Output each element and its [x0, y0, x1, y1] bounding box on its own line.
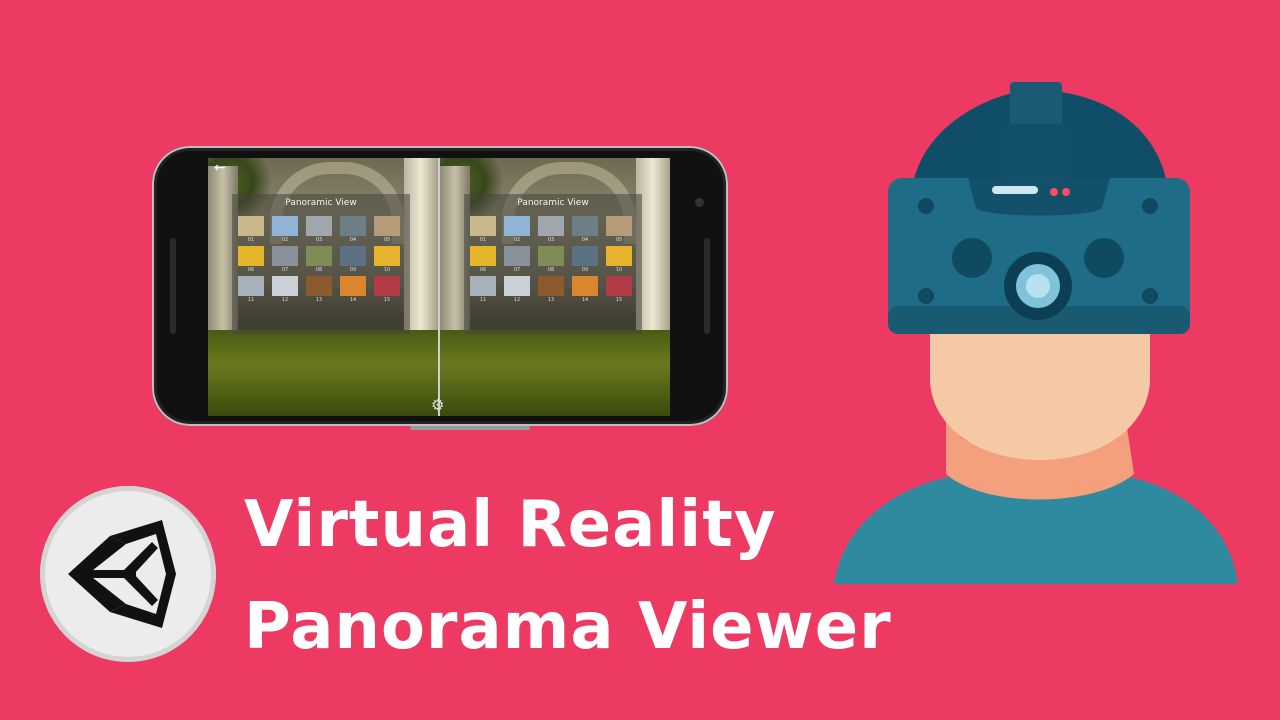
thumbnail-number: 06 — [479, 267, 487, 273]
panel-title: Panoramic View — [517, 198, 589, 208]
vr-phone: Panoramic View 01 02 03 04 05 06 07 08 09 10 11 12 1… — [152, 146, 728, 430]
thumbnail-number: 04 — [349, 237, 357, 243]
thumbnail-number: 02 — [281, 237, 289, 243]
right-eye-view: Panoramic View 01 02 03 04 05 06 07 08 09 10 11 12 1… — [440, 158, 670, 416]
vr-headset-person-illustration — [834, 78, 1244, 588]
sensor-right-icon — [1084, 238, 1124, 278]
unity-cube-icon — [68, 520, 176, 628]
phone-camera — [695, 198, 704, 207]
sensor-left-icon — [952, 238, 992, 278]
panorama-thumbnail[interactable]: 13 — [538, 276, 564, 303]
thumbnail-number: 01 — [247, 237, 255, 243]
panorama-menu-panel: Panoramic View 01 02 03 04 05 06 07 08 09 10 11 12 1… — [464, 194, 642, 334]
panorama-thumbnail[interactable]: 11 — [470, 276, 496, 303]
headset-light-bar — [992, 186, 1038, 194]
thumbnail-grid: 01 02 03 04 05 06 07 08 09 10 11 12 13 14 15 — [470, 216, 638, 303]
panorama-thumbnail[interactable]: 01 — [238, 216, 264, 243]
thumbnail-number: 06 — [247, 267, 255, 273]
thumbnail-number: 09 — [349, 267, 357, 273]
thumbnail-number: 15 — [383, 297, 391, 303]
panorama-thumbnail[interactable]: 08 — [538, 246, 564, 273]
panorama-thumbnail[interactable]: 15 — [374, 276, 400, 303]
strap-buckle — [1002, 124, 1070, 184]
thumbnail-number: 11 — [479, 297, 487, 303]
panorama-thumbnail[interactable]: 03 — [306, 216, 332, 243]
grass — [208, 330, 438, 416]
panorama-thumbnail[interactable]: 05 — [374, 216, 400, 243]
thumbnail-number: 04 — [581, 237, 589, 243]
thumbnail-number: 11 — [247, 297, 255, 303]
thumbnail-number: 03 — [547, 237, 555, 243]
panorama-thumbnail[interactable]: 04 — [572, 216, 598, 243]
thumbnail-number: 01 — [479, 237, 487, 243]
phone-screen: Panoramic View 01 02 03 04 05 06 07 08 09 10 11 12 1… — [208, 158, 670, 416]
bolt-icon — [1142, 198, 1158, 214]
camera-lens-inner — [1026, 274, 1050, 298]
unity-logo — [40, 486, 216, 662]
panorama-thumbnail[interactable]: 07 — [504, 246, 530, 273]
panorama-thumbnail[interactable]: 14 — [572, 276, 598, 303]
panorama-thumbnail[interactable]: 02 — [272, 216, 298, 243]
left-eye-view: Panoramic View 01 02 03 04 05 06 07 08 09 10 11 12 1… — [208, 158, 438, 416]
speaker-grill-left — [170, 238, 176, 334]
thumbnail-number: 15 — [615, 297, 623, 303]
bolt-icon — [1142, 288, 1158, 304]
panorama-thumbnail[interactable]: 07 — [272, 246, 298, 273]
thumbnail-number: 10 — [383, 267, 391, 273]
bolt-icon — [918, 198, 934, 214]
panorama-thumbnail[interactable]: 06 — [470, 246, 496, 273]
thumbnail-number: 10 — [615, 267, 623, 273]
panel-title: Panoramic View — [285, 198, 357, 208]
panorama-thumbnail[interactable]: 12 — [272, 276, 298, 303]
panorama-thumbnail[interactable]: 10 — [606, 246, 632, 273]
panorama-thumbnail[interactable]: 11 — [238, 276, 264, 303]
panorama-thumbnail[interactable]: 06 — [238, 246, 264, 273]
thumbnail-number: 14 — [581, 297, 589, 303]
thumbnail-number: 07 — [281, 267, 289, 273]
phone-side-button — [410, 426, 530, 430]
thumbnail-number: 02 — [513, 237, 521, 243]
thumbnail-number: 12 — [513, 297, 521, 303]
panorama-menu-panel: Panoramic View 01 02 03 04 05 06 07 08 09 10 11 12 1… — [232, 194, 410, 334]
thumbnail-number: 08 — [547, 267, 555, 273]
panorama-thumbnail[interactable]: 02 — [504, 216, 530, 243]
speaker-grill-right — [704, 238, 710, 334]
panorama-thumbnail[interactable]: 04 — [340, 216, 366, 243]
panorama-thumbnail[interactable]: 13 — [306, 276, 332, 303]
thumbnail-number: 05 — [383, 237, 391, 243]
panorama-thumbnail[interactable]: 10 — [374, 246, 400, 273]
thumbnail-number: 14 — [349, 297, 357, 303]
panorama-thumbnail[interactable]: 01 — [470, 216, 496, 243]
panorama-thumbnail[interactable]: 08 — [306, 246, 332, 273]
title-line-2: Panorama Viewer — [244, 590, 892, 664]
panorama-thumbnail[interactable]: 05 — [606, 216, 632, 243]
panorama-thumbnail[interactable]: 12 — [504, 276, 530, 303]
headset-band — [968, 178, 1110, 216]
thumbnail-number: 03 — [315, 237, 323, 243]
panorama-thumbnail[interactable]: 03 — [538, 216, 564, 243]
panorama-thumbnail[interactable]: 14 — [340, 276, 366, 303]
thumbnail-number: 12 — [281, 297, 289, 303]
back-arrow-icon[interactable]: ← — [214, 160, 226, 176]
thumbnail-number: 13 — [315, 297, 323, 303]
thumbnail-number: 08 — [315, 267, 323, 273]
title-line-1: Virtual Reality — [244, 488, 777, 562]
status-led-1 — [1050, 188, 1058, 196]
thumbnail-number: 05 — [615, 237, 623, 243]
thumbnail-number: 13 — [547, 297, 555, 303]
status-led-2 — [1062, 188, 1070, 196]
thumbnail-number: 07 — [513, 267, 521, 273]
thumbnail-number: 09 — [581, 267, 589, 273]
bolt-icon — [918, 288, 934, 304]
panorama-thumbnail[interactable]: 15 — [606, 276, 632, 303]
panorama-thumbnail[interactable]: 09 — [340, 246, 366, 273]
thumbnail-grid: 01 02 03 04 05 06 07 08 09 10 11 12 13 14 15 — [238, 216, 406, 303]
grass — [440, 330, 670, 416]
gear-icon[interactable]: ⚙ — [431, 396, 444, 414]
panorama-thumbnail[interactable]: 09 — [572, 246, 598, 273]
